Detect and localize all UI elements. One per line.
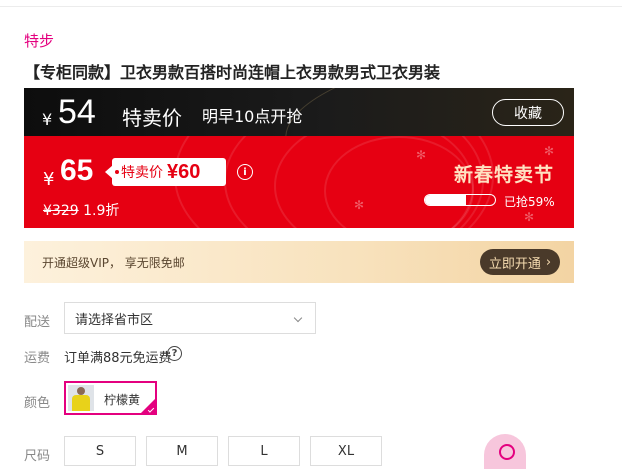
thumbnail-model-shirt <box>72 395 90 411</box>
decorative-flower-icon: ✻ <box>416 148 427 162</box>
floating-service-button[interactable] <box>484 434 526 469</box>
size-label: 尺码 <box>24 449 51 464</box>
current-price: 65 <box>60 154 94 187</box>
size-option-xl[interactable]: XL <box>310 436 382 466</box>
info-icon[interactable]: i <box>237 164 253 180</box>
sale-start-time: 明早10点开抢 <box>202 107 303 126</box>
chevron-right-icon: › <box>545 254 552 270</box>
size-option-m[interactable]: M <box>146 436 218 466</box>
festival-title: 新春特卖节 <box>454 164 555 186</box>
product-title: 【专柜同款】卫衣男款百搭时尚连帽上衣男款男式卫衣男装 <box>24 63 441 82</box>
region-select[interactable]: 请选择省市区 <box>64 302 316 334</box>
sold-progress-fill <box>425 195 467 205</box>
thumbnail-model-head <box>77 387 85 395</box>
color-option-label: 柠檬黄 <box>104 393 141 407</box>
currency-symbol: ¥ <box>43 169 55 190</box>
currency-symbol: ¥ <box>42 110 53 129</box>
vip-open-label: 立即开通 <box>488 256 541 272</box>
size-option-l[interactable]: L <box>228 436 300 466</box>
preview-price-label: 特卖价 <box>122 106 182 130</box>
decorative-flower-icon: ✻ <box>524 210 535 224</box>
presale-bar: ¥ 54 特卖价 明早10点开抢 收藏 <box>24 88 574 136</box>
sold-percentage: 已抢59% <box>504 195 555 209</box>
sale-bar: ✻ ✻ ✻ ✻ ¥ 65 特卖价 ¥60 i ¥329 1.9折 新春特卖节 已… <box>24 136 574 228</box>
sale-price-tag: 特卖价 ¥60 <box>105 158 226 186</box>
decorative-flower-icon: ✻ <box>354 198 365 212</box>
sale-price-label: 特卖价 <box>121 165 163 181</box>
chevron-down-icon <box>293 313 303 323</box>
vip-banner: 开通超级VIP， 享无限免邮 立即开通 › <box>24 241 574 283</box>
size-option-s[interactable]: S <box>64 436 136 466</box>
vip-open-button[interactable]: 立即开通 › <box>480 249 560 275</box>
decorative-flower-icon: ✻ <box>544 144 555 158</box>
color-thumbnail <box>68 385 94 411</box>
top-divider <box>0 6 622 7</box>
shipping-info: 订单满88元免运费 <box>64 351 172 366</box>
favorite-button[interactable]: 收藏 <box>492 99 564 126</box>
shipping-label: 运费 <box>24 351 51 366</box>
vip-text: 开通超级VIP， 享无限免邮 <box>42 256 185 270</box>
sold-progress-bar <box>424 194 496 206</box>
color-option-selected[interactable]: 柠檬黄 <box>64 381 157 415</box>
discount-rate: 1.9折 <box>83 203 120 219</box>
preview-price: 54 <box>58 93 96 131</box>
region-select-value: 请选择省市区 <box>75 312 154 328</box>
original-price: ¥329 <box>43 203 79 219</box>
original-price-row: ¥329 1.9折 <box>43 200 119 220</box>
tag-dot <box>115 170 119 174</box>
brand-name[interactable]: 特步 <box>24 30 54 51</box>
delivery-label: 配送 <box>24 315 51 330</box>
question-icon[interactable]: ? <box>167 346 182 361</box>
color-label: 颜色 <box>24 396 51 411</box>
sale-price-value: ¥60 <box>167 160 201 183</box>
